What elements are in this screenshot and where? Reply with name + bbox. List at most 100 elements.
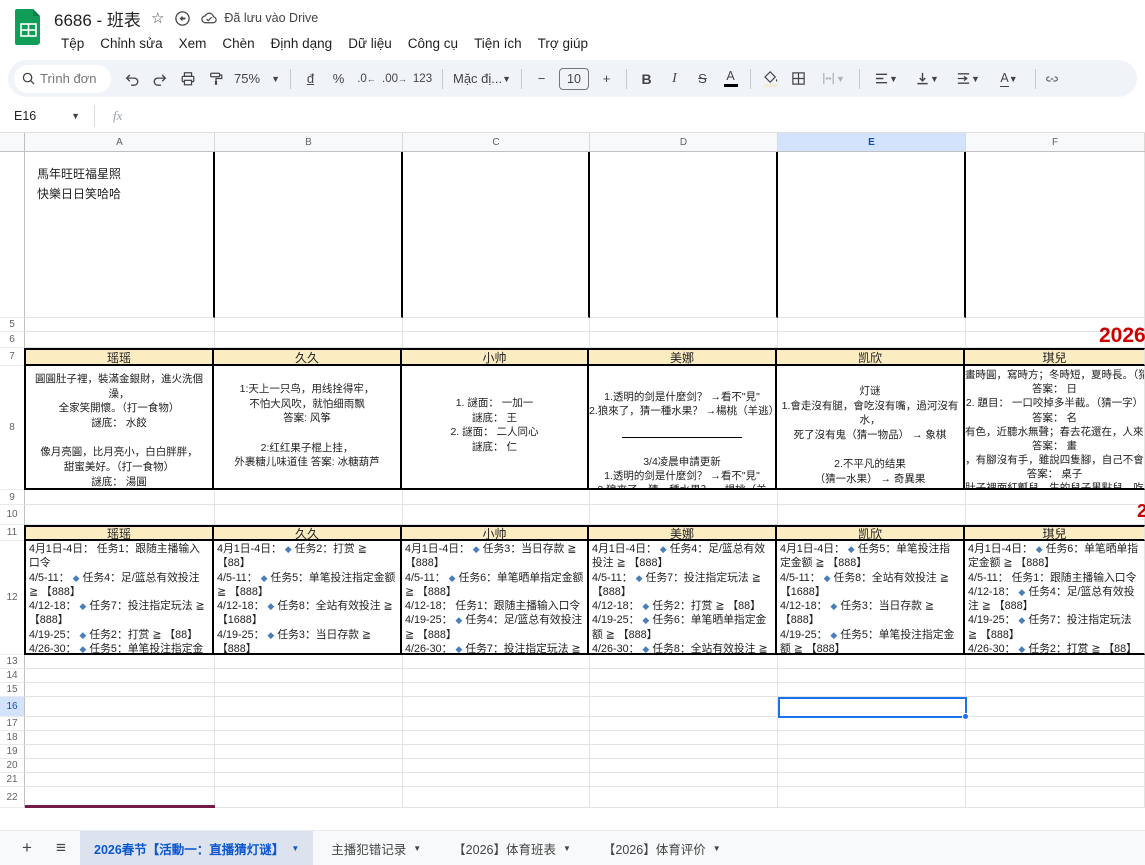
- cell[interactable]: [966, 717, 1145, 731]
- cell[interactable]: [966, 683, 1145, 697]
- document-title[interactable]: 6686 - 班表: [54, 6, 141, 31]
- cell[interactable]: [590, 773, 778, 787]
- cell[interactable]: [778, 655, 966, 669]
- cell[interactable]: [215, 505, 403, 525]
- row-header-13[interactable]: 13: [0, 655, 25, 669]
- zoom-select[interactable]: 75% ▼: [230, 65, 284, 92]
- cell-e16-selected[interactable]: [778, 697, 966, 717]
- all-sheets-button[interactable]: ≡: [46, 833, 76, 863]
- cell[interactable]: [778, 787, 966, 808]
- menu-format[interactable]: Định dạng: [264, 34, 340, 53]
- paint-format-button[interactable]: [202, 65, 229, 92]
- cell[interactable]: [25, 505, 215, 525]
- row-header-20[interactable]: 20: [0, 759, 25, 773]
- cell[interactable]: [215, 745, 403, 759]
- row-header-18[interactable]: 18: [0, 731, 25, 745]
- cell[interactable]: [215, 697, 403, 717]
- row-header-9[interactable]: 9: [0, 490, 25, 505]
- menu-data[interactable]: Dữ liệu: [341, 34, 399, 53]
- cell-name-xiaoshuai[interactable]: 小帅: [402, 348, 589, 366]
- menus-search[interactable]: [14, 65, 111, 93]
- cell[interactable]: [25, 787, 215, 808]
- cell[interactable]: [966, 332, 1145, 348]
- cell[interactable]: [778, 759, 966, 773]
- move-to-folder-icon[interactable]: [174, 10, 191, 27]
- text-color-button[interactable]: A: [717, 65, 744, 92]
- cell[interactable]: [215, 152, 403, 318]
- cell[interactable]: [590, 655, 778, 669]
- cell[interactable]: [403, 773, 590, 787]
- cell[interactable]: [25, 318, 215, 332]
- search-input[interactable]: [40, 71, 102, 86]
- cell[interactable]: [403, 759, 590, 773]
- row-header-16-selected[interactable]: 16: [0, 697, 25, 717]
- cell[interactable]: [966, 152, 1145, 318]
- sheet-tab-active[interactable]: 2026春节【活動一：直播猜灯谜】 ▼: [80, 831, 313, 865]
- print-button[interactable]: [174, 65, 201, 92]
- format-currency-button[interactable]: đ: [297, 65, 324, 92]
- cell[interactable]: [590, 152, 778, 318]
- borders-button[interactable]: [785, 65, 812, 92]
- cell-name-qier[interactable]: 琪兒: [965, 348, 1145, 366]
- redo-button[interactable]: [146, 65, 173, 92]
- cell[interactable]: [215, 332, 403, 348]
- format-percent-button[interactable]: %: [325, 65, 352, 92]
- cell[interactable]: [25, 745, 215, 759]
- cell[interactable]: [403, 683, 590, 697]
- save-status[interactable]: Đã lưu vào Drive: [201, 10, 318, 27]
- sheet-tab-sports-schedule[interactable]: 【2026】体育班表 ▼: [439, 831, 585, 865]
- cell[interactable]: [966, 669, 1145, 683]
- row-header-11[interactable]: 11: [0, 525, 25, 541]
- cell[interactable]: [25, 490, 215, 505]
- cell[interactable]: [215, 787, 403, 808]
- row-header-banner[interactable]: [0, 152, 25, 318]
- sheet-tab-anchor-errors[interactable]: 主播犯错记录 ▼: [317, 831, 435, 865]
- font-select[interactable]: Mặc đị... ▼: [449, 65, 515, 92]
- menu-extensions[interactable]: Tiện ích: [467, 34, 529, 53]
- select-all-corner[interactable]: [0, 133, 25, 151]
- cell[interactable]: [25, 717, 215, 731]
- cell[interactable]: [215, 773, 403, 787]
- cell[interactable]: [215, 683, 403, 697]
- row-header-22[interactable]: 22: [0, 787, 25, 808]
- cell[interactable]: [403, 669, 590, 683]
- column-header-d[interactable]: D: [590, 133, 778, 151]
- text-wrap-button[interactable]: ▼: [948, 65, 988, 92]
- cell-name-jiujiu[interactable]: 久久: [214, 348, 402, 366]
- cell-name-meina[interactable]: 美娜: [589, 525, 777, 541]
- bold-button[interactable]: B: [633, 65, 660, 92]
- menu-insert[interactable]: Chèn: [215, 34, 261, 53]
- cell[interactable]: [590, 731, 778, 745]
- menu-file[interactable]: Tệp: [54, 34, 91, 53]
- cell-name-jiujiu[interactable]: 久久: [214, 525, 402, 541]
- cell-tasks-kaixin[interactable]: 4月1日-4日： ◆ 任务5：单笔投注指定金额 ≧ 【888】 4/5-11： …: [777, 541, 965, 655]
- cell[interactable]: [215, 318, 403, 332]
- cell-riddle-xiaoshuai[interactable]: 1. 謎面： 一加一 謎底： 王 2. 謎面： 二人同心 謎底： 仁: [402, 366, 589, 490]
- cell[interactable]: [966, 318, 1145, 332]
- cell[interactable]: [403, 697, 590, 717]
- cell[interactable]: [403, 787, 590, 808]
- cell[interactable]: [778, 717, 966, 731]
- cell[interactable]: [966, 787, 1145, 808]
- cell[interactable]: [778, 731, 966, 745]
- row-header-7[interactable]: 7: [0, 348, 25, 366]
- cell[interactable]: [590, 490, 778, 505]
- strikethrough-button[interactable]: S: [689, 65, 716, 92]
- cell[interactable]: [590, 669, 778, 683]
- name-box[interactable]: E16 ▼: [0, 109, 88, 123]
- cell[interactable]: [403, 490, 590, 505]
- cell[interactable]: [25, 759, 215, 773]
- row-header-19[interactable]: 19: [0, 745, 25, 759]
- sheet-tab-sports-review[interactable]: 【2026】体育评价 ▼: [589, 831, 735, 865]
- star-icon[interactable]: ☆: [151, 9, 164, 27]
- column-header-e-selected[interactable]: E: [778, 133, 966, 151]
- cell[interactable]: [966, 490, 1145, 505]
- decrease-decimal-button[interactable]: .0←: [353, 65, 380, 92]
- cell[interactable]: [966, 505, 1145, 525]
- row-header-21[interactable]: 21: [0, 773, 25, 787]
- cell[interactable]: [25, 655, 215, 669]
- cell[interactable]: [25, 332, 215, 348]
- cell[interactable]: [778, 773, 966, 787]
- column-header-a[interactable]: A: [25, 133, 215, 151]
- cell-riddle-jiujiu[interactable]: 1:天上一只鸟，用线拴得牢， 不怕大风吹，就怕细雨飘 答案: 风筝 2:红红果子…: [214, 366, 402, 490]
